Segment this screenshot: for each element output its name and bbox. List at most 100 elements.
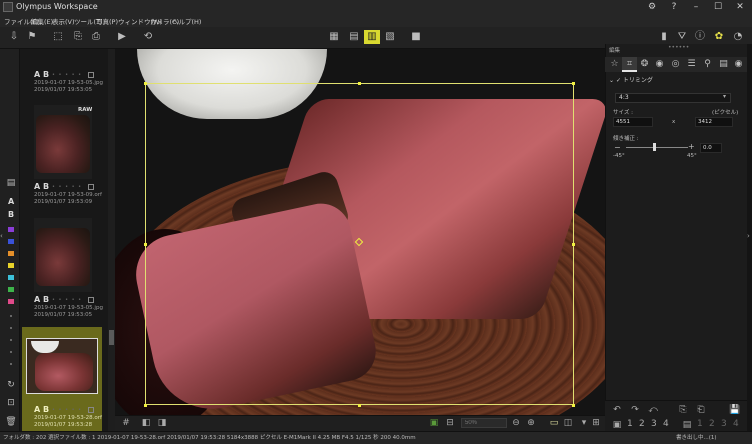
dropdown-arrow-icon[interactable]: ▾: [723, 93, 726, 100]
tab-color-icon[interactable]: ◉: [652, 58, 667, 71]
trim-enabled-check-icon[interactable]: ✓: [616, 77, 621, 84]
color-label-yellow[interactable]: [8, 263, 14, 268]
image-viewer[interactable]: [115, 49, 605, 415]
crop-handle-top-left[interactable]: [144, 82, 147, 85]
undo-icon[interactable]: ↶: [610, 404, 624, 416]
redo-icon[interactable]: ↷: [628, 404, 642, 416]
single-view-icon[interactable]: ▥: [364, 30, 380, 44]
rating-dot[interactable]: [10, 363, 12, 365]
color-label-cyan[interactable]: [8, 275, 14, 280]
fit-icon[interactable]: ⊟: [444, 417, 456, 429]
protect-icon[interactable]: ⊡: [5, 398, 17, 408]
angle-increase-button[interactable]: +: [688, 142, 695, 151]
memory-icon[interactable]: ▣: [610, 419, 624, 431]
slideshow-icon[interactable]: ▶: [114, 30, 130, 44]
rating-dot[interactable]: [10, 315, 12, 317]
thumbnail-rating[interactable]: • • • • •: [52, 407, 82, 413]
export-icon[interactable]: ⎘: [70, 30, 86, 44]
aspect-ratio-select[interactable]: 4:3: [615, 93, 731, 103]
compare-icon[interactable]: ⬚: [50, 30, 66, 44]
import-icon[interactable]: ⇩: [6, 30, 22, 44]
histogram-icon[interactable]: ▣: [428, 417, 440, 429]
apply-memory-icon[interactable]: ▤: [680, 419, 694, 431]
thumbnail-image-selected[interactable]: [26, 338, 98, 394]
thumbnail-image[interactable]: [34, 105, 92, 179]
crop-handle-top-right[interactable]: [572, 82, 575, 85]
color-label-blue[interactable]: [8, 239, 14, 244]
copy-settings-icon[interactable]: ⎘: [676, 404, 690, 416]
apply-slot-3[interactable]: 3: [721, 419, 727, 429]
tab-art-filter-icon[interactable]: ❂: [637, 58, 652, 71]
color-label-purple[interactable]: [8, 227, 14, 232]
rating-dot[interactable]: [10, 351, 12, 353]
color-label-orange[interactable]: [8, 251, 14, 256]
menu-edit[interactable]: 編集(E): [31, 16, 53, 26]
info-icon[interactable]: ⓘ: [692, 30, 708, 44]
apply-slot-2[interactable]: 2: [709, 419, 715, 429]
rating-dot[interactable]: [10, 327, 12, 329]
zoom-input[interactable]: [461, 418, 507, 428]
zoom-out-icon[interactable]: ⊖: [510, 417, 522, 429]
dual-layout-icon[interactable]: ◫: [562, 417, 574, 429]
thumbnail-scrollbar[interactable]: [108, 49, 115, 431]
crop-handle-bottom[interactable]: [358, 404, 361, 407]
thumbnail-checkbox[interactable]: [88, 407, 94, 413]
menu-view[interactable]: 表示(V): [52, 16, 75, 26]
menu-help[interactable]: ヘルプ(H): [172, 16, 201, 26]
collapse-chevron-icon[interactable]: ⌄: [609, 77, 614, 84]
help-icon[interactable]: ?: [664, 1, 684, 13]
tab-layers-icon[interactable]: ▤: [716, 58, 731, 71]
delete-icon[interactable]: 🗑: [5, 417, 17, 427]
thumbnail-rating[interactable]: • • • • •: [52, 297, 82, 303]
grid-view-icon[interactable]: ▦: [326, 30, 342, 44]
apply-slot-4[interactable]: 4: [733, 419, 739, 429]
tab-view-icon[interactable]: ◉: [731, 58, 746, 71]
fullscreen-icon[interactable]: ■: [408, 30, 424, 44]
crop-width-field[interactable]: 4551: [613, 117, 653, 127]
settings-icon[interactable]: ⚙: [642, 1, 662, 13]
save-icon[interactable]: 💾: [728, 404, 742, 416]
thumbnail-rating[interactable]: • • • • •: [52, 72, 82, 78]
sync-icon[interactable]: ⟲: [140, 30, 156, 44]
apply-slot-1[interactable]: 1: [697, 419, 703, 429]
layout-menu-icon[interactable]: ▾: [578, 417, 590, 429]
maximize-button[interactable]: ☐: [708, 1, 728, 13]
reset-icon[interactable]: ⤺: [646, 404, 660, 416]
thumbnail-checkbox[interactable]: [88, 72, 94, 78]
thumbnail-rating[interactable]: • • • • •: [52, 184, 82, 190]
tab-crop-icon[interactable]: ⌗: [622, 58, 637, 71]
rotate-icon[interactable]: ↻: [5, 380, 17, 390]
rating-dot[interactable]: [10, 339, 12, 341]
export-status[interactable]: 書き出し中...(1): [676, 433, 717, 441]
crop-handle-bottom-left[interactable]: [144, 404, 147, 407]
thumbnail-checkbox[interactable]: [88, 297, 94, 303]
print-icon[interactable]: ⎙: [88, 30, 104, 44]
crop-handle-top[interactable]: [358, 82, 361, 85]
memory-slot-3[interactable]: 3: [651, 419, 657, 429]
grid-overlay-icon[interactable]: #: [120, 417, 132, 429]
compare-right-icon[interactable]: ◨: [156, 417, 168, 429]
zoom-in-icon[interactable]: ⊕: [525, 417, 537, 429]
crop-handle-right[interactable]: [572, 243, 575, 246]
filter-icon[interactable]: ⛛: [674, 30, 690, 44]
color-label-green[interactable]: [8, 287, 14, 292]
compare-view-icon[interactable]: ▧: [382, 30, 398, 44]
menu-photo[interactable]: 写真(P): [96, 16, 118, 26]
crop-handle-left[interactable]: [144, 243, 147, 246]
paste-settings-icon[interactable]: ⎗: [694, 404, 708, 416]
label-panel-icon[interactable]: ▤: [5, 178, 17, 188]
close-button[interactable]: ✕: [730, 1, 750, 13]
collapse-left-icon[interactable]: ‹: [0, 232, 3, 240]
angle-decrease-button[interactable]: −: [614, 143, 621, 152]
single-layout-icon[interactable]: ▭: [548, 417, 560, 429]
minimize-button[interactable]: –: [686, 1, 706, 13]
memory-slot-1[interactable]: 1: [627, 419, 633, 429]
label-b[interactable]: B: [8, 210, 14, 219]
compare-left-icon[interactable]: ◧: [140, 417, 152, 429]
tab-effect-icon[interactable]: ◎: [668, 58, 683, 71]
crop-handle-bottom-right[interactable]: [572, 404, 575, 407]
memory-slot-2[interactable]: 2: [639, 419, 645, 429]
filmstrip-view-icon[interactable]: ▤: [346, 30, 362, 44]
crop-height-field[interactable]: 3412: [695, 117, 733, 127]
color-label-pink[interactable]: [8, 299, 14, 304]
